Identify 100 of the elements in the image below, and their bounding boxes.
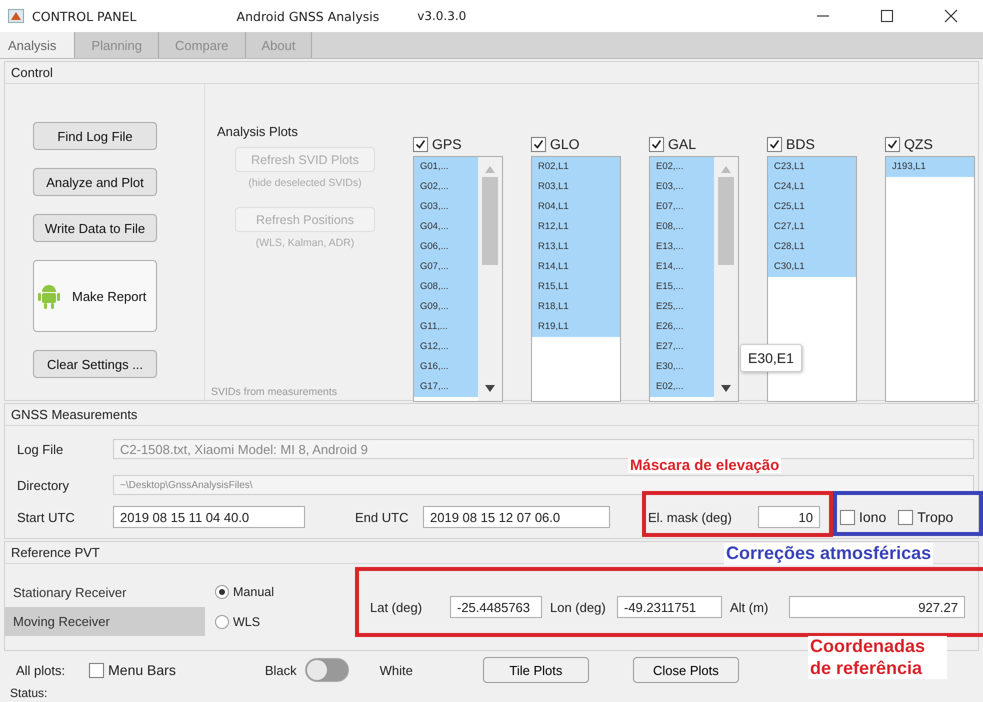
field-label: Lat (deg) [370, 600, 424, 614]
tab[interactable]: Analysis [0, 32, 76, 58]
app-icon [8, 9, 24, 23]
svid-list[interactable]: E02,... E03,... E07,... E08,... E13,... E14,... E15,... E25,... E26,... E27,... E30,... E02,... [649, 156, 739, 402]
action-button[interactable]: Write Data to File [33, 214, 157, 242]
list-item[interactable]: E07,... [650, 197, 714, 217]
radio-button[interactable] [215, 585, 229, 599]
field-label: Directory [16, 478, 70, 492]
list-item[interactable]: E08,... [650, 217, 714, 237]
svid-list[interactable]: G01,... G02,... G03,... G04,... G06,... G07,... G08,... G09,... G11,... G12,... G16,... G17,... [413, 156, 503, 402]
list-item[interactable]: G09,... [414, 297, 478, 317]
list-item[interactable]: C27,L1 [768, 217, 856, 237]
list-item[interactable]: E03,... [650, 177, 714, 197]
scroll-thumb[interactable] [482, 177, 498, 265]
list-item[interactable]: R12,L1 [532, 217, 620, 237]
tooltip: E30,E1 [740, 344, 802, 372]
list-item[interactable]: E30,... [650, 357, 714, 377]
list-item[interactable]: C30,L1 [768, 257, 856, 277]
end-utc-field[interactable]: 2019 08 15 12 07 06.0 [423, 506, 610, 528]
section-label: Analysis Plots [217, 124, 298, 139]
list-item[interactable]: G04,... [414, 217, 478, 237]
list-item[interactable]: R15,L1 [532, 277, 620, 297]
list-item[interactable]: E02,... [650, 377, 714, 397]
checkbox-label: Iono [859, 509, 886, 525]
action-button[interactable]: Analyze and Plot [33, 168, 157, 196]
scroll-down-icon[interactable] [721, 385, 731, 393]
checkbox[interactable] [885, 136, 900, 152]
receiver-option[interactable]: Moving Receiver [5, 607, 205, 636]
list-item[interactable]: G06,... [414, 237, 478, 257]
list-item[interactable]: C25,L1 [768, 197, 856, 217]
latitude-field[interactable]: -25.4485763 [450, 596, 542, 618]
checkbox-label: GAL [668, 136, 696, 152]
close-icon[interactable] [944, 9, 958, 23]
hint-text: (WLS, Kalman, ADR) [256, 237, 354, 249]
checkbox-label: GPS [432, 136, 462, 152]
list-item[interactable]: R14,L1 [532, 257, 620, 277]
action-button[interactable]: Clear Settings ... [33, 350, 157, 378]
checkbox[interactable] [767, 136, 782, 152]
checkbox[interactable] [531, 136, 546, 152]
field-label: Start UTC [16, 510, 76, 524]
scrollbar[interactable] [714, 157, 738, 401]
altitude-field[interactable]: 927.27 [789, 596, 965, 618]
elevation-mask-field[interactable]: 10 [758, 506, 820, 528]
field-label: El. mask (deg) [648, 510, 733, 524]
svid-list[interactable]: R02,L1 R03,L1 R04,L1 R12,L1 R13,L1 R14,L1 R15,L1 R18,L1 R19,L1 [531, 156, 621, 402]
radio-button[interactable] [215, 615, 229, 629]
list-item[interactable]: G11,... [414, 317, 478, 337]
panel-title: Control [5, 62, 978, 84]
list-item[interactable]: R04,L1 [532, 197, 620, 217]
checkbox[interactable] [649, 136, 664, 152]
longitude-field[interactable]: -49.2311751 [617, 596, 722, 618]
app-name: Android GNSS Analysis [236, 8, 380, 24]
annotation-text: Coordenadas de referência [808, 636, 947, 680]
list-item[interactable]: G16,... [414, 357, 478, 377]
plot-button[interactable]: Tile Plots [482, 657, 589, 683]
scroll-down-icon[interactable] [485, 385, 495, 393]
list-item[interactable]: R19,L1 [532, 317, 620, 337]
list-item[interactable]: R18,L1 [532, 297, 620, 317]
list-item[interactable]: G07,... [414, 257, 478, 277]
checkbox[interactable] [89, 662, 104, 678]
list-item[interactable]: E02,... [650, 157, 714, 177]
list-item[interactable]: R02,L1 [532, 157, 620, 177]
list-item[interactable]: G12,... [414, 337, 478, 357]
list-item[interactable]: G01,... [414, 157, 478, 177]
checkbox[interactable] [840, 510, 855, 524]
toggle-label: Black [264, 662, 297, 678]
list-item[interactable]: E15,... [650, 277, 714, 297]
list-item[interactable]: G02,... [414, 177, 478, 197]
checkbox[interactable] [413, 136, 428, 152]
list-item[interactable]: G17,... [414, 377, 478, 397]
svid-list[interactable]: J193,L1 [885, 156, 975, 402]
list-item[interactable]: E14,... [650, 257, 714, 277]
list-item[interactable]: C24,L1 [768, 177, 856, 197]
scroll-thumb[interactable] [718, 177, 734, 265]
checkbox[interactable] [898, 510, 914, 524]
scrollbar[interactable] [478, 157, 502, 401]
list-item[interactable]: G08,... [414, 277, 478, 297]
field-label: Lon (deg) [550, 600, 607, 614]
list-item[interactable]: E13,... [650, 237, 714, 257]
make-report-button[interactable]: Make Report [33, 260, 157, 332]
list-item[interactable]: J193,L1 [886, 157, 974, 177]
android-robot-icon [38, 283, 60, 309]
checkbox-label: Tropo [917, 509, 954, 525]
radio-label: Manual [233, 585, 274, 599]
list-item[interactable]: R03,L1 [532, 177, 620, 197]
list-item[interactable]: E26,... [650, 317, 714, 337]
list-item[interactable]: R13,L1 [532, 237, 620, 257]
toggle-switch[interactable] [304, 658, 349, 682]
list-item[interactable]: E27,... [650, 337, 714, 357]
plot-button[interactable]: Close Plots [632, 657, 739, 683]
list-item[interactable]: E25,... [650, 297, 714, 317]
list-item[interactable]: C28,L1 [768, 237, 856, 257]
list-item[interactable]: G03,... [414, 197, 478, 217]
action-button[interactable]: Find Log File [33, 122, 157, 150]
maximize-icon[interactable] [880, 9, 894, 23]
checkbox-label: Menu Bars [108, 662, 176, 678]
hint-text: (hide deselected SVIDs) [248, 177, 362, 189]
list-item[interactable]: C23,L1 [768, 157, 856, 177]
checkbox-label: QZS [904, 136, 933, 152]
start-utc-field[interactable]: 2019 08 15 11 04 40.0 [113, 506, 305, 528]
